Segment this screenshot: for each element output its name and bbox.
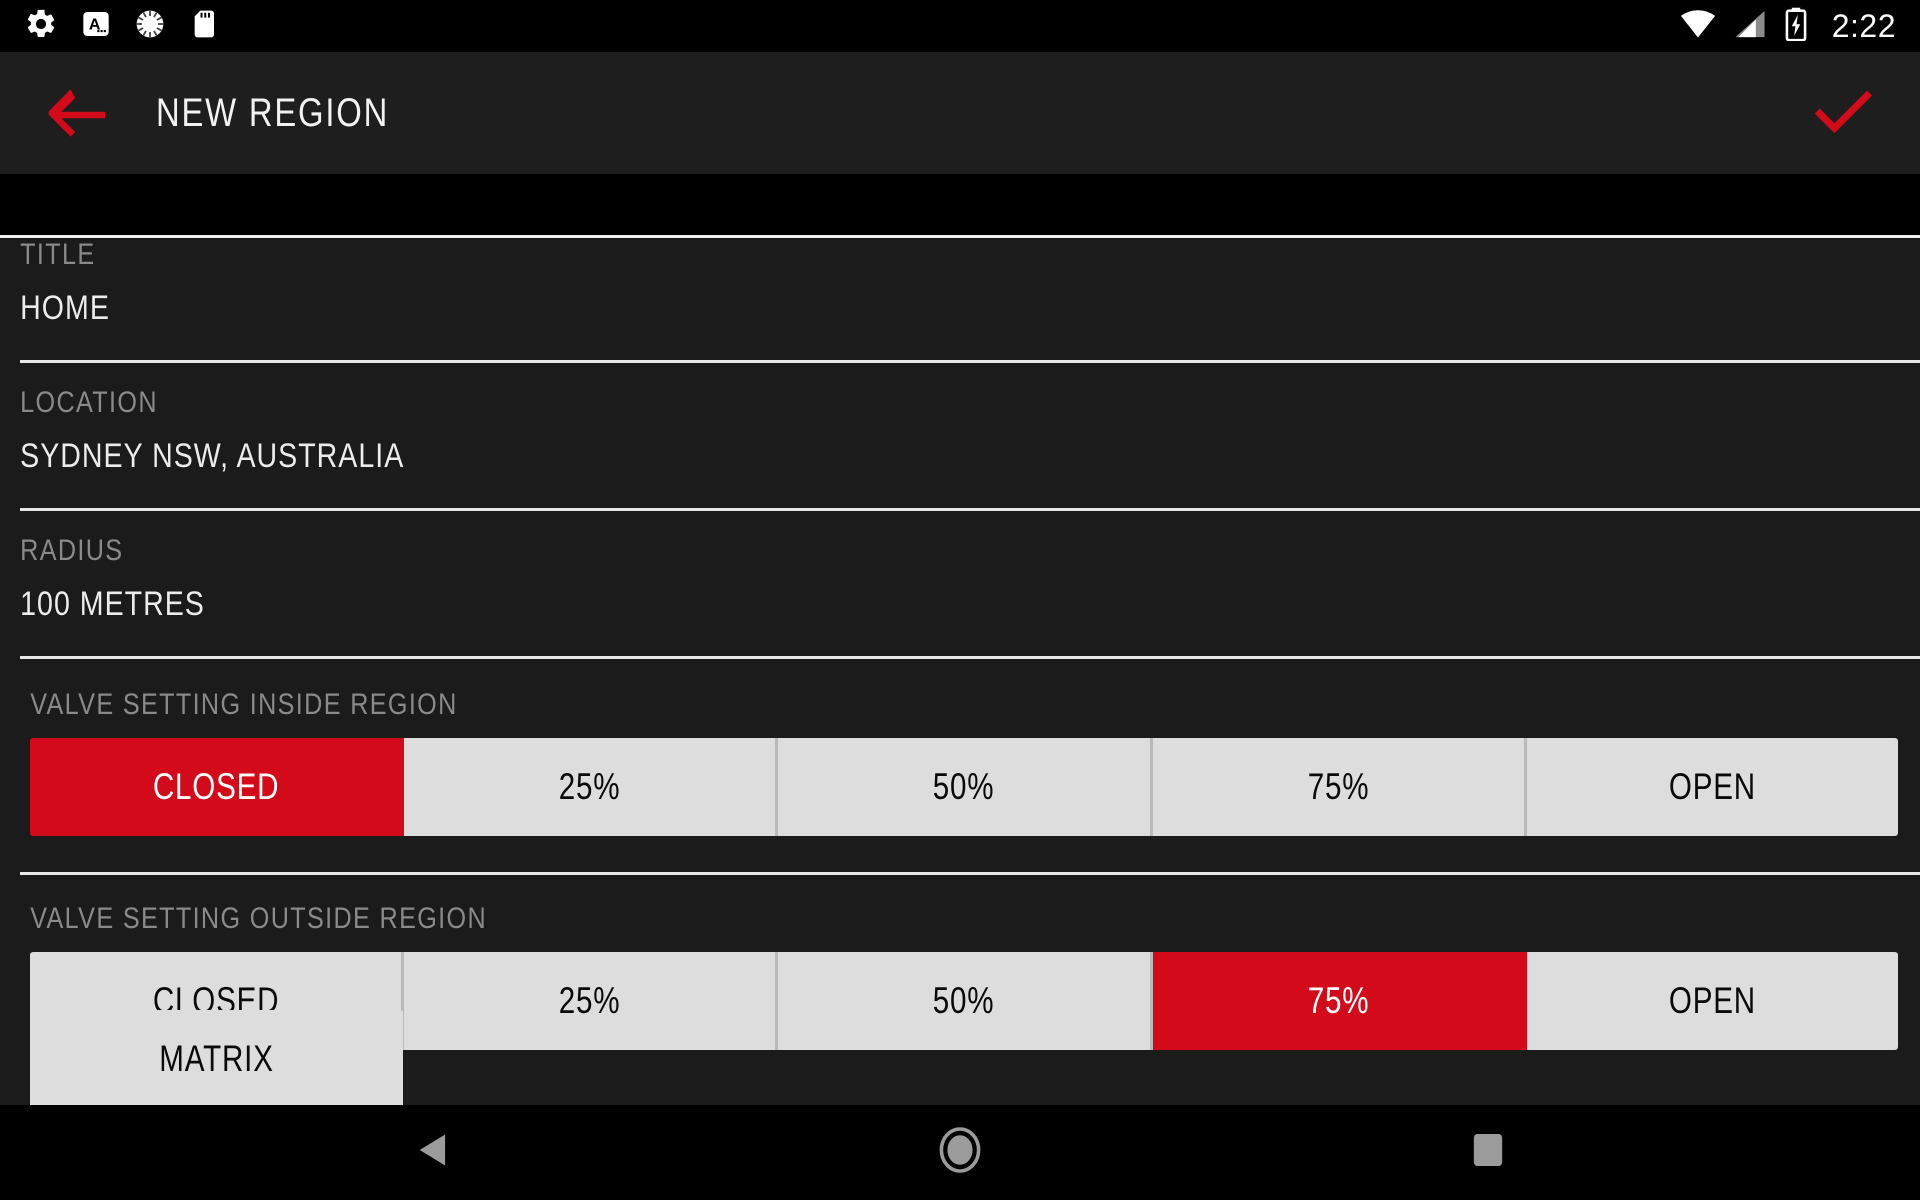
cellular-signal-icon — [1734, 9, 1766, 44]
gear-icon — [24, 7, 58, 46]
nav-home-circle-icon — [938, 1126, 982, 1179]
field-radius[interactable]: RADIUS 100 METRES — [0, 534, 1920, 624]
battery-charging-icon — [1784, 7, 1808, 46]
field-location[interactable]: LOCATION SYDNEY NSW, AUSTRALIA — [0, 386, 1920, 476]
spinner-icon — [134, 8, 166, 45]
status-bar-left-icons: A — [24, 7, 220, 46]
field-title-label: TITLE — [20, 238, 96, 271]
valve-inside-option-50[interactable]: 50% — [778, 738, 1153, 836]
matrix-button[interactable]: MATRIX — [30, 1010, 403, 1108]
field-radius-divider — [20, 656, 1920, 659]
nav-recents-button[interactable] — [1358, 1131, 1618, 1174]
field-location-divider — [20, 508, 1920, 511]
valve-inside-label: VALVE SETTING INSIDE REGION — [30, 688, 458, 721]
valve-inside-divider — [20, 872, 1920, 875]
sd-card-icon — [188, 8, 220, 45]
valve-outside-label: VALVE SETTING OUTSIDE REGION — [30, 902, 488, 935]
field-location-value: SYDNEY NSW, AUSTRALIA — [20, 437, 405, 475]
wifi-icon — [1680, 9, 1716, 44]
back-button[interactable] — [34, 70, 120, 156]
content-top-black-band — [0, 174, 1920, 235]
field-radius-label: RADIUS — [20, 534, 124, 567]
form-content: TITLE HOME LOCATION SYDNEY NSW, AUSTRALI… — [0, 238, 1920, 1108]
valve-inside-option-75[interactable]: 75% — [1152, 738, 1527, 836]
check-icon — [1812, 87, 1874, 140]
nav-back-button[interactable] — [302, 1132, 562, 1173]
status-bar-right-icons: 2:22 — [1680, 7, 1896, 46]
field-title-divider — [20, 360, 1920, 363]
arrow-left-icon — [45, 85, 109, 142]
valve-inside-option-open[interactable]: OPEN — [1526, 738, 1898, 836]
nav-home-button[interactable] — [830, 1126, 1090, 1179]
nav-recents-square-icon — [1471, 1131, 1505, 1174]
field-radius-value: 100 METRES — [20, 585, 205, 623]
app-screen: A 2:22 NEW REGION TITLE HOME LOCATION SY… — [0, 0, 1920, 1200]
field-location-label: LOCATION — [20, 386, 158, 419]
valve-outside-option-open[interactable]: OPEN — [1526, 952, 1898, 1050]
status-bar-clock: 2:22 — [1831, 8, 1896, 44]
valve-inside-segmented-control[interactable]: CLOSED 25% 50% 75% OPEN — [30, 738, 1898, 836]
confirm-button[interactable] — [1800, 70, 1886, 156]
valve-inside-option-25[interactable]: 25% — [404, 738, 779, 836]
nav-back-triangle-icon — [415, 1132, 449, 1173]
field-title[interactable]: TITLE HOME — [0, 238, 1920, 328]
field-title-value: HOME — [20, 289, 110, 327]
page-title: NEW REGION — [156, 90, 390, 135]
valve-outside-option-50[interactable]: 50% — [778, 952, 1153, 1050]
app-bar: NEW REGION — [0, 52, 1920, 174]
status-bar: A 2:22 — [0, 0, 1920, 52]
keyboard-a-icon: A — [80, 8, 112, 45]
valve-inside-option-closed[interactable]: CLOSED — [30, 738, 405, 836]
valve-outside-option-75[interactable]: 75% — [1152, 952, 1527, 1050]
valve-outside-option-25[interactable]: 25% — [404, 952, 779, 1050]
android-nav-bar — [0, 1105, 1920, 1200]
